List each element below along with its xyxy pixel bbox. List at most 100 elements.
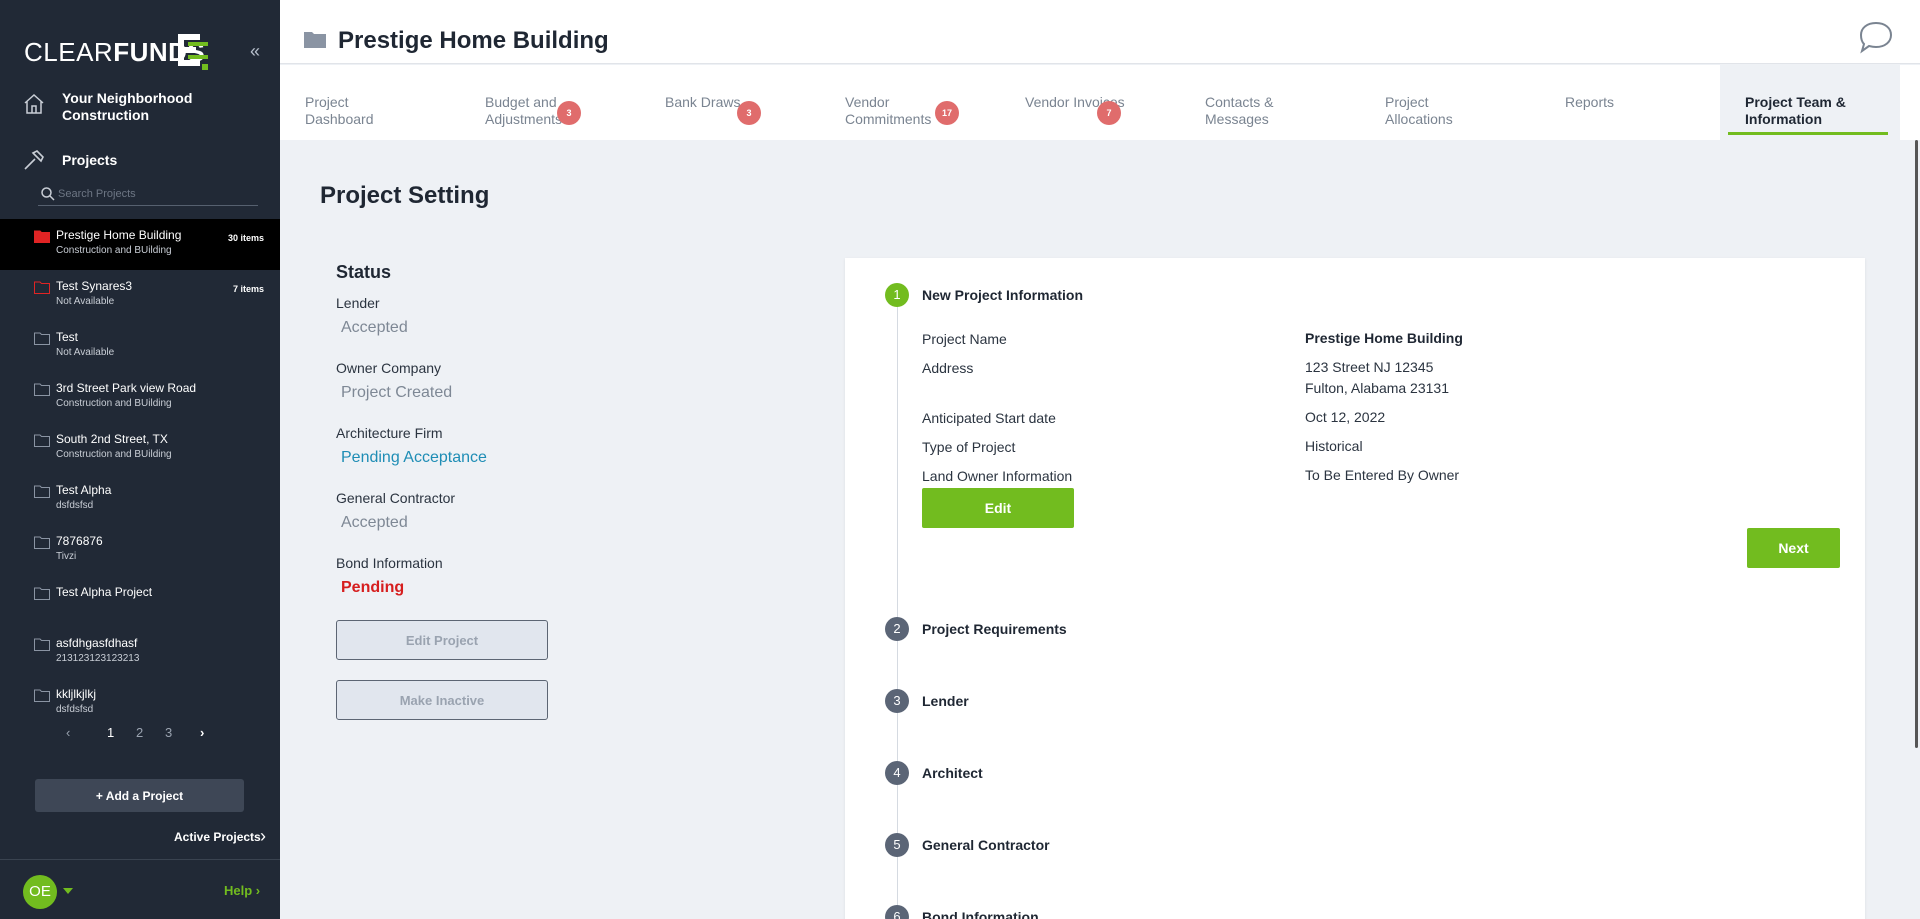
projects-nav-item[interactable]: Projects <box>22 148 272 174</box>
prev-page-icon[interactable]: ‹ <box>66 725 70 740</box>
tab-vendor-commitments[interactable]: Vendor Commitments 17 <box>820 65 1000 140</box>
project-subtitle: Not Available <box>56 296 115 307</box>
project-name: Test Alpha Project <box>56 585 153 599</box>
status-label: General Contractor <box>336 490 456 506</box>
pagination: ‹ 1 2 3 › <box>60 725 220 745</box>
page-3[interactable]: 3 <box>165 725 172 740</box>
caret-down-icon[interactable] <box>63 888 73 894</box>
step-number: 6 <box>885 905 909 919</box>
add-project-button[interactable]: + Add a Project <box>35 779 244 812</box>
status-label: Lender <box>336 295 380 311</box>
org-name: Your Neighborhood Construction <box>62 90 193 123</box>
step-3[interactable]: 3 Lender <box>885 689 1485 715</box>
next-page-icon[interactable]: › <box>200 725 204 740</box>
sidebar-project-item[interactable]: South 2nd Street, TX Construction and BUi… <box>0 423 280 474</box>
address-label: Address <box>922 360 974 376</box>
search-icon <box>41 187 55 201</box>
step-5[interactable]: 5 General Contractor <box>885 833 1485 859</box>
org-nav-item[interactable]: Your Neighborhood Construction <box>22 90 272 130</box>
chat-icon[interactable] <box>1858 20 1894 54</box>
land-owner-label: Land Owner Information <box>922 468 1073 484</box>
project-name: 7876876 <box>56 534 103 548</box>
page-2[interactable]: 2 <box>136 725 143 740</box>
address-line1: 123 Street NJ 12345 <box>1305 359 1434 375</box>
step-1[interactable]: 1 New Project Information <box>885 283 1485 309</box>
step-4[interactable]: 4 Architect <box>885 761 1485 787</box>
active-tab-indicator <box>1728 132 1888 135</box>
step-number: 4 <box>885 761 909 785</box>
project-name: 3rd Street Park view Road <box>56 381 197 395</box>
project-list: Prestige Home Building Construction and B… <box>0 219 280 729</box>
status-panel: Status <box>336 262 596 283</box>
logo-clear: CLEAR <box>24 37 114 67</box>
step-label: Architect <box>922 765 983 781</box>
tab-bank-draws[interactable]: Bank Draws 3 <box>640 65 820 140</box>
project-item-count: 7 items <box>232 284 264 294</box>
step-label: Bond Information <box>922 909 1039 919</box>
sidebar-project-item[interactable]: asfdhgasfdhasf 213123123123213 <box>0 627 280 678</box>
tab-label: Contacts & Messages <box>1205 94 1274 127</box>
sidebar-project-item[interactable]: Test Not Available <box>0 321 280 372</box>
help-link[interactable]: Help › <box>224 883 260 898</box>
status-item: Bond Information Pending <box>336 555 596 597</box>
collapse-sidebar-icon[interactable]: « <box>250 42 268 60</box>
status-item: Owner Company Project Created <box>336 360 596 402</box>
tab-count-badge: 7 <box>1097 101 1121 125</box>
sidebar-project-item[interactable]: Test Alpha dsfdsfsd <box>0 474 280 525</box>
page-1[interactable]: 1 <box>107 725 114 740</box>
status-value: Accepted <box>341 514 408 531</box>
step-label: Lender <box>922 693 969 709</box>
sidebar-project-item[interactable]: kkljlkjlkj dsfdsfsd <box>0 678 280 729</box>
search-input[interactable] <box>58 186 253 202</box>
tab-reports[interactable]: Reports <box>1540 65 1720 140</box>
hammer-icon <box>24 150 44 170</box>
tab-budget-and-adjustments[interactable]: Budget and Adjustments 3 <box>460 65 640 140</box>
scrollbar[interactable] <box>1914 140 1920 919</box>
page-header-title: Prestige Home Building <box>338 27 609 54</box>
scrollbar-thumb[interactable] <box>1915 140 1918 748</box>
clearfunds-logo[interactable]: CLEARFUNDS <box>24 34 209 74</box>
sidebar-divider <box>0 859 280 860</box>
project-subtitle: Construction and BUilding <box>56 245 172 256</box>
active-projects-link[interactable]: Active Projects <box>174 830 261 844</box>
status-value: Pending Acceptance <box>341 449 487 466</box>
project-tabs: Project Dashboard Budget and Adjustments 3… <box>280 65 1920 140</box>
chevron-right-icon[interactable]: › <box>260 826 266 847</box>
project-name: Test Alpha <box>56 483 112 497</box>
tab-count-badge: 3 <box>557 101 581 125</box>
edit-project-button[interactable]: Edit Project <box>336 620 548 660</box>
sidebar-project-item[interactable]: Test Synares3 Not Available 7 items <box>0 270 280 321</box>
step-6[interactable]: 6 Bond Information <box>885 905 1485 919</box>
start-date-value: Oct 12, 2022 <box>1305 409 1386 425</box>
project-type-value: Historical <box>1305 438 1363 454</box>
project-name: Test <box>56 330 79 344</box>
sidebar-project-item[interactable]: 3rd Street Park view Road Construction an… <box>0 372 280 423</box>
edit-button[interactable]: Edit <box>922 488 1074 528</box>
home-icon <box>24 93 44 114</box>
tab-project-dashboard[interactable]: Project Dashboard <box>280 65 460 140</box>
sidebar-project-item[interactable]: Test Alpha Project <box>0 576 280 627</box>
sidebar: CLEARFUNDS « Your Neighborhood Construct… <box>0 0 280 919</box>
tab-project-allocations[interactable]: Project Allocations <box>1360 65 1540 140</box>
project-subtitle: Construction and BUilding <box>56 449 172 460</box>
header: Prestige Home Building <box>280 0 1920 64</box>
help-label: Help <box>224 883 253 898</box>
status-label: Owner Company <box>336 360 442 376</box>
tab-project-team-information[interactable]: Project Team & Information <box>1720 65 1900 140</box>
step-number: 2 <box>885 617 909 641</box>
tab-contacts-messages[interactable]: Contacts & Messages <box>1180 65 1360 140</box>
step-number: 5 <box>885 833 909 857</box>
page-title: Project Setting <box>320 182 490 209</box>
steps-connector <box>897 296 898 919</box>
avatar[interactable]: OE <box>23 875 57 909</box>
step-2[interactable]: 2 Project Requirements <box>885 617 1485 643</box>
folder-icon <box>34 230 50 243</box>
status-value: Accepted <box>341 319 408 336</box>
next-button[interactable]: Next <box>1747 528 1840 568</box>
tab-label: Reports <box>1565 94 1615 110</box>
tab-vendor-invoices[interactable]: Vendor Invoices 7 <box>1000 65 1180 140</box>
sidebar-project-item[interactable]: Prestige Home Building Construction and B… <box>0 219 280 270</box>
sidebar-project-item[interactable]: 7876876 Tivzi <box>0 525 280 576</box>
make-inactive-button[interactable]: Make Inactive <box>336 680 548 720</box>
project-name: asfdhgasfdhasf <box>56 636 138 650</box>
